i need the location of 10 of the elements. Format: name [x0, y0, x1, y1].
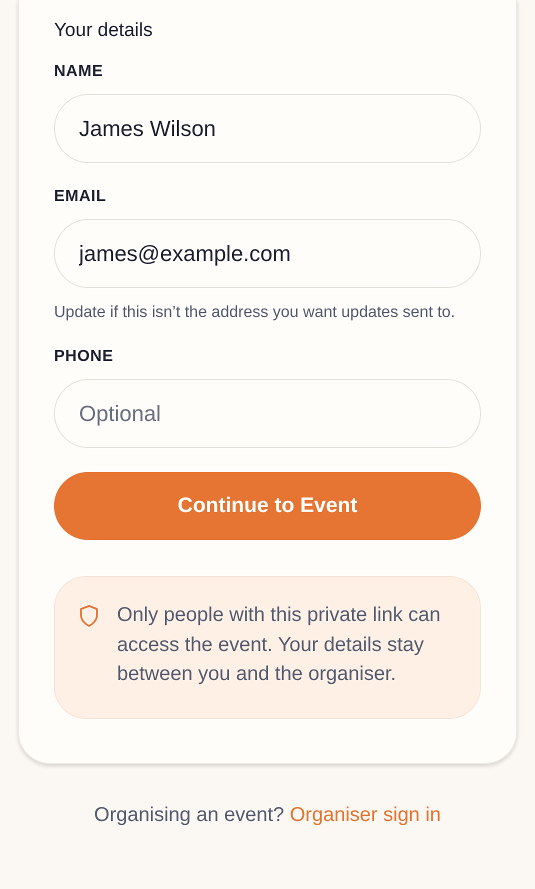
privacy-text: Only people with this private link can access the event. Your details stay between you and the organiser. [117, 603, 442, 687]
field-label: NAME [54, 62, 104, 82]
input-field[interactable]: Optional [54, 379, 481, 448]
field-label: EMAIL [54, 187, 108, 207]
input-field[interactable]: James Wilson [54, 94, 481, 163]
field-hint: Update if this isn’t the address you want updates sent to. [54, 303, 456, 323]
section-title: Your details [54, 19, 154, 43]
field-label: PHONE [54, 347, 114, 367]
footer-text: Organising an event? Organiser sign in [93, 802, 442, 828]
shield-icon [79, 605, 99, 627]
